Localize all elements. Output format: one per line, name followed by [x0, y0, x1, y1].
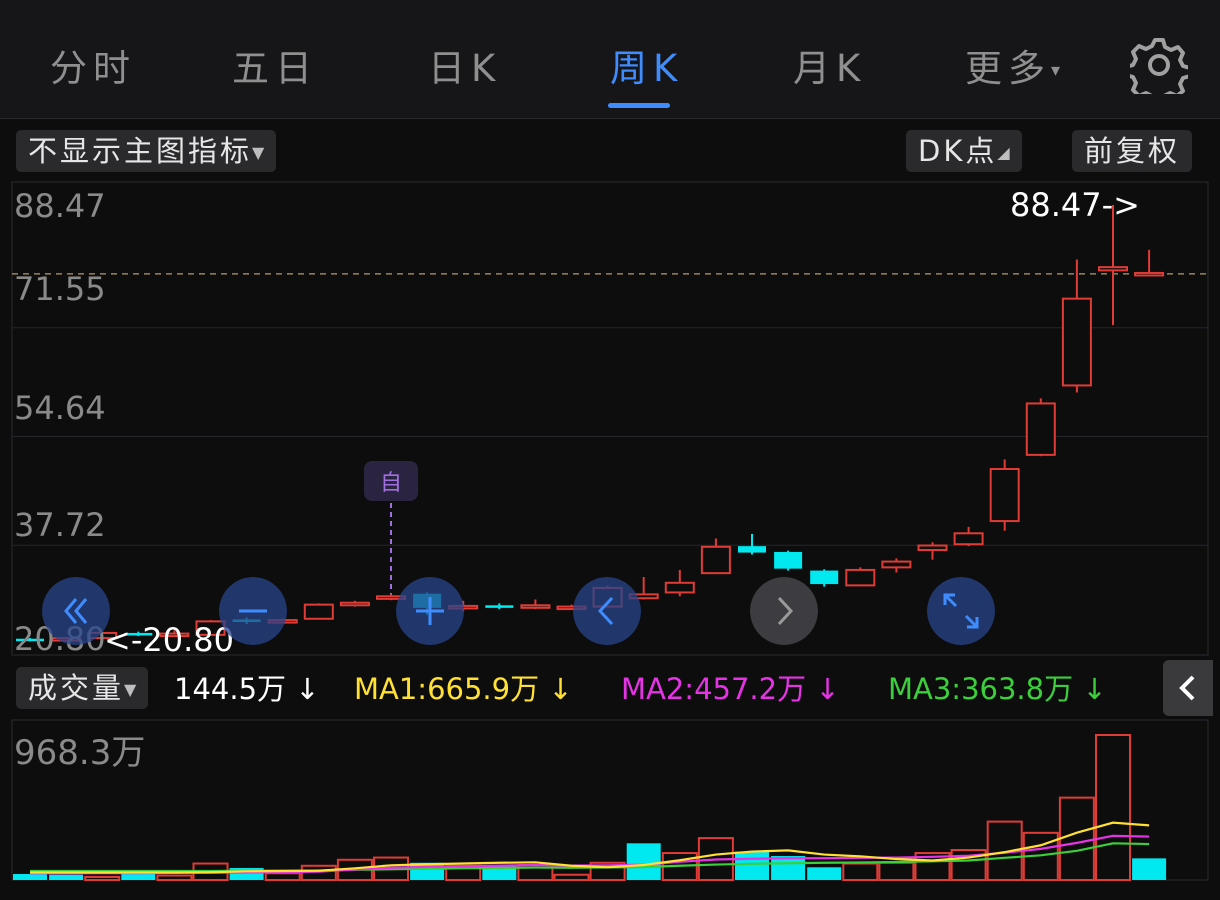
- down-arrow-icon: ↓: [295, 672, 320, 706]
- candle-body: [845, 568, 876, 587]
- candle-body: [700, 545, 731, 575]
- candle-body: [1061, 297, 1092, 387]
- volume-bar: [807, 867, 842, 880]
- volume-bar: [1132, 858, 1167, 880]
- minus-icon[interactable]: [219, 577, 287, 645]
- chevron-right-icon[interactable]: [750, 577, 818, 645]
- chevron-left-icon[interactable]: [573, 577, 641, 645]
- candle-body: [303, 603, 334, 620]
- volume-header: 成交量▼ 144.5万 ↓ MA1:665.9万 ↓ MA2:457.2万 ↓ …: [0, 660, 1160, 718]
- volume-bar: [1095, 734, 1131, 881]
- volume-select-label: 成交量: [28, 671, 125, 705]
- volume-bar: [626, 843, 661, 880]
- volume-bar: [553, 873, 590, 881]
- candle-body: [738, 546, 766, 553]
- candle-body: [520, 604, 551, 609]
- volume-bar: [842, 862, 879, 881]
- ma1-value-text: MA1:665.9万: [354, 672, 540, 706]
- ma3-value: MA3:363.8万 ↓: [888, 666, 1107, 708]
- candle-body: [1098, 266, 1128, 272]
- price-tick-label: 37.72: [14, 506, 106, 544]
- volume-bar: [735, 851, 769, 880]
- volume-indicator-select[interactable]: 成交量▼: [16, 667, 149, 709]
- volume-bar: [1058, 796, 1095, 881]
- volume-bar: [771, 856, 806, 880]
- down-arrow-icon: ↓: [815, 672, 840, 706]
- volume-bar: [13, 874, 47, 880]
- candle-body: [953, 532, 984, 546]
- ma3-value-text: MA3:363.8万: [888, 672, 1074, 706]
- candle-body: [339, 601, 370, 607]
- collapse-panel-button[interactable]: [1163, 660, 1213, 716]
- ma1-value: MA1:665.9万 ↓: [354, 666, 573, 708]
- candle-body: [485, 605, 514, 608]
- volume-bar: [264, 872, 301, 882]
- price-tick-label: 54.64: [14, 389, 106, 427]
- candle-body: [989, 468, 1020, 523]
- chevron-left-icon: [1179, 675, 1195, 701]
- volume-bar: [84, 876, 121, 882]
- candle-body: [881, 560, 912, 569]
- price-tick-label: 88.47: [14, 187, 106, 225]
- ma2-value: MA2:457.2万 ↓: [621, 666, 840, 708]
- candle-body: [1134, 271, 1165, 277]
- volume-bar: [49, 874, 84, 880]
- candle-body: [810, 570, 839, 585]
- down-arrow-icon: ↓: [1082, 672, 1107, 706]
- ma2-value-text: MA2:457.2万: [621, 672, 807, 706]
- plus-icon[interactable]: [396, 577, 464, 645]
- kline-chart[interactable]: 88.4771.5554.6437.7220.8088.47-><-20.809…: [0, 0, 1220, 900]
- volume-max-label: 968.3万: [14, 733, 145, 773]
- bottom-strip: [0, 886, 1220, 900]
- low-price-marker: <-20.80: [104, 621, 234, 659]
- caret-down-icon: ▼: [124, 680, 137, 699]
- volume-value: 144.5万 ↓: [174, 666, 320, 708]
- volume-bar: [156, 874, 193, 881]
- double-left-icon[interactable]: [42, 577, 110, 645]
- candle-body: [917, 544, 948, 552]
- volume-value-text: 144.5万: [174, 672, 287, 706]
- high-price-marker: 88.47->: [1010, 186, 1140, 224]
- volume-bar: [121, 873, 156, 880]
- expand-icon[interactable]: [927, 577, 995, 645]
- price-tick-label: 71.55: [14, 270, 106, 308]
- candle-body: [664, 581, 695, 594]
- down-arrow-icon: ↓: [548, 672, 573, 706]
- candle-body: [774, 551, 803, 569]
- volume-bar: [878, 861, 915, 882]
- annotation-label: 自: [380, 471, 402, 496]
- candle-body: [1025, 402, 1056, 456]
